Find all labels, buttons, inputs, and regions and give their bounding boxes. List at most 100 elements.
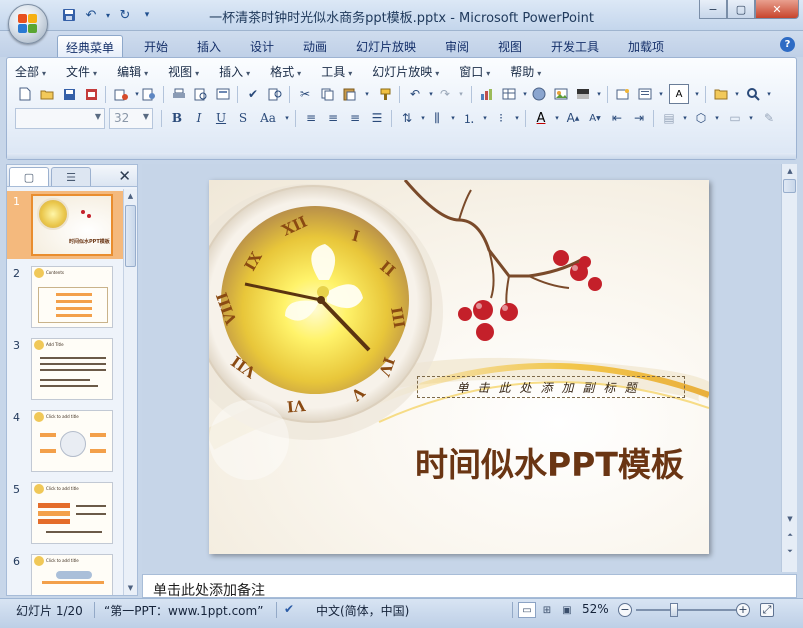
chevron-down-icon[interactable]: ▾ [651, 84, 671, 104]
menu-tools[interactable]: 工具 ▾ [321, 63, 352, 81]
subtitle-placeholder[interactable]: 单击此处添加副标题 [417, 376, 685, 398]
format-painter-icon[interactable] [375, 84, 395, 104]
tab-addins[interactable]: 加载项 [620, 35, 672, 57]
tab-review[interactable]: 审阅 [437, 35, 477, 57]
scroll-down-icon[interactable]: ▼ [124, 581, 137, 595]
menu-view[interactable]: 视图 ▾ [168, 63, 199, 81]
underline-button[interactable]: U [211, 108, 231, 128]
tab-view[interactable]: 视图 [490, 35, 530, 57]
slide-layout-icon[interactable] [213, 84, 233, 104]
tab-design[interactable]: 设计 [242, 35, 282, 57]
minimize-button[interactable]: − [699, 0, 727, 19]
shadow-button[interactable]: S [233, 108, 253, 128]
decrease-indent-icon[interactable]: ⇤ [607, 108, 627, 128]
font-size-combo[interactable]: 32 ▼ [109, 108, 153, 129]
chevron-down-icon[interactable]: ▾ [707, 108, 727, 128]
slide-sorter-icon[interactable]: ⊞ [538, 602, 556, 618]
outline-tab-icon[interactable]: ☰ [51, 167, 91, 186]
close-icon[interactable]: ✕ [118, 167, 131, 185]
increase-indent-icon[interactable]: ⇥ [629, 108, 649, 128]
zoom-slider-handle[interactable] [670, 603, 678, 617]
slide-scrollbar[interactable]: ▲ ▼ ⏶ ⏷ [781, 164, 797, 572]
scroll-up-icon[interactable]: ▲ [124, 189, 137, 203]
scroll-up-icon[interactable]: ▲ [783, 164, 797, 178]
picture-icon[interactable] [551, 84, 571, 104]
chevron-down-icon[interactable]: ▾ [741, 108, 761, 128]
shape-outline-icon[interactable]: ✎ [759, 108, 779, 128]
clipart-icon[interactable] [529, 84, 549, 104]
chevron-down-icon[interactable]: ▾ [357, 84, 377, 104]
slide-thumbnail[interactable]: 6 Click to add title [7, 551, 123, 595]
print-preview-icon[interactable] [191, 84, 211, 104]
slide-thumbnail[interactable]: 5 Click to add title [7, 479, 123, 547]
chart-icon[interactable] [477, 84, 497, 104]
open-icon[interactable] [37, 84, 57, 104]
tab-developer[interactable]: 开发工具 [543, 35, 607, 57]
font-name-combo[interactable]: ▼ [15, 108, 105, 129]
copy-icon[interactable] [317, 84, 337, 104]
notes-pane[interactable]: 单击此处添加备注 [142, 574, 797, 599]
cut-icon[interactable]: ✂ [295, 84, 315, 104]
align-left-icon[interactable]: ≡ [301, 108, 321, 128]
slide-thumbnail[interactable]: 2 Contents [7, 263, 123, 331]
menu-slideshow[interactable]: 幻灯片放映 ▾ [372, 63, 439, 81]
fit-to-window-icon[interactable]: ⤢ [760, 603, 774, 617]
chevron-down-icon[interactable]: ▾ [507, 108, 527, 128]
align-center-icon[interactable]: ≡ [323, 108, 343, 128]
tab-home[interactable]: 开始 [136, 35, 176, 57]
new-icon[interactable] [15, 84, 35, 104]
chevron-down-icon[interactable]: ▾ [277, 108, 297, 128]
menu-format[interactable]: 格式 ▾ [270, 63, 301, 81]
menu-help[interactable]: 帮助 ▾ [510, 63, 541, 81]
grow-font-icon[interactable]: A ▲ [563, 108, 583, 128]
next-slide-icon[interactable]: ⏷ [783, 544, 797, 558]
chevron-down-icon[interactable]: ▾ [759, 84, 779, 104]
justify-icon[interactable]: ☰ [367, 108, 387, 128]
italic-button[interactable]: I [189, 108, 209, 128]
menu-file[interactable]: 文件 ▾ [66, 63, 97, 81]
save-icon[interactable] [59, 84, 79, 104]
slide-title[interactable]: 时间似水PPT模板 [415, 438, 695, 486]
bold-button[interactable]: B [167, 108, 187, 128]
slides-tab-icon[interactable]: ▢ [9, 167, 49, 186]
paste-icon[interactable] [339, 84, 359, 104]
chevron-down-icon[interactable]: ▾ [451, 84, 471, 104]
scroll-thumb[interactable] [783, 179, 796, 193]
zoom-level[interactable]: 52% [582, 602, 609, 616]
tab-insert[interactable]: 插入 [189, 35, 229, 57]
new-slide-icon[interactable] [613, 84, 633, 104]
chevron-down-icon[interactable]: ▾ [687, 84, 707, 104]
help-icon[interactable]: ? [780, 37, 795, 52]
maximize-button[interactable]: ▢ [727, 0, 755, 19]
chevron-down-icon[interactable]: ▾ [589, 84, 609, 104]
zoom-in-icon[interactable]: + [736, 603, 750, 617]
menu-insert[interactable]: 插入 ▾ [219, 63, 250, 81]
print-icon[interactable] [169, 84, 189, 104]
tab-slideshow[interactable]: 幻灯片放映 [348, 35, 424, 57]
menu-window[interactable]: 窗口 ▾ [459, 63, 490, 81]
menu-edit[interactable]: 编辑 ▾ [117, 63, 148, 81]
shrink-font-icon[interactable]: A ▼ [585, 108, 605, 128]
close-button[interactable]: ✕ [755, 0, 799, 19]
slide-canvas[interactable]: XII I II III IV V VI VII VIII IX 单击此处添加副… [209, 180, 709, 554]
slide-thumbnail[interactable]: 4 Click to add title [7, 407, 123, 475]
tab-animation[interactable]: 动画 [295, 35, 335, 57]
office-button[interactable] [8, 4, 48, 44]
spelling-check-icon[interactable]: ✔ [284, 602, 294, 616]
zoom-slider[interactable] [636, 609, 736, 611]
research-icon[interactable] [265, 84, 285, 104]
thumbnails-scrollbar[interactable]: ▲ ▼ [123, 189, 137, 595]
zoom-out-icon[interactable]: − [618, 603, 632, 617]
align-right-icon[interactable]: ≡ [345, 108, 365, 128]
menu-all[interactable]: 全部 ▾ [15, 63, 46, 81]
slide-thumbnail[interactable]: 1 时间似水PPT模板 [7, 191, 123, 259]
tab-classic-menu[interactable]: 经典菜单 [57, 35, 124, 57]
slideshow-view-icon[interactable]: ▣ [558, 602, 576, 618]
previous-slide-icon[interactable]: ⏶ [783, 528, 797, 542]
slide-thumbnail[interactable]: 3 Add Title [7, 335, 123, 403]
scroll-thumb[interactable] [125, 205, 136, 267]
scroll-down-icon[interactable]: ▼ [783, 512, 797, 526]
spelling-icon[interactable]: ✔ [243, 84, 263, 104]
normal-view-icon[interactable]: ▭ [518, 602, 536, 618]
publish-icon[interactable] [139, 84, 159, 104]
